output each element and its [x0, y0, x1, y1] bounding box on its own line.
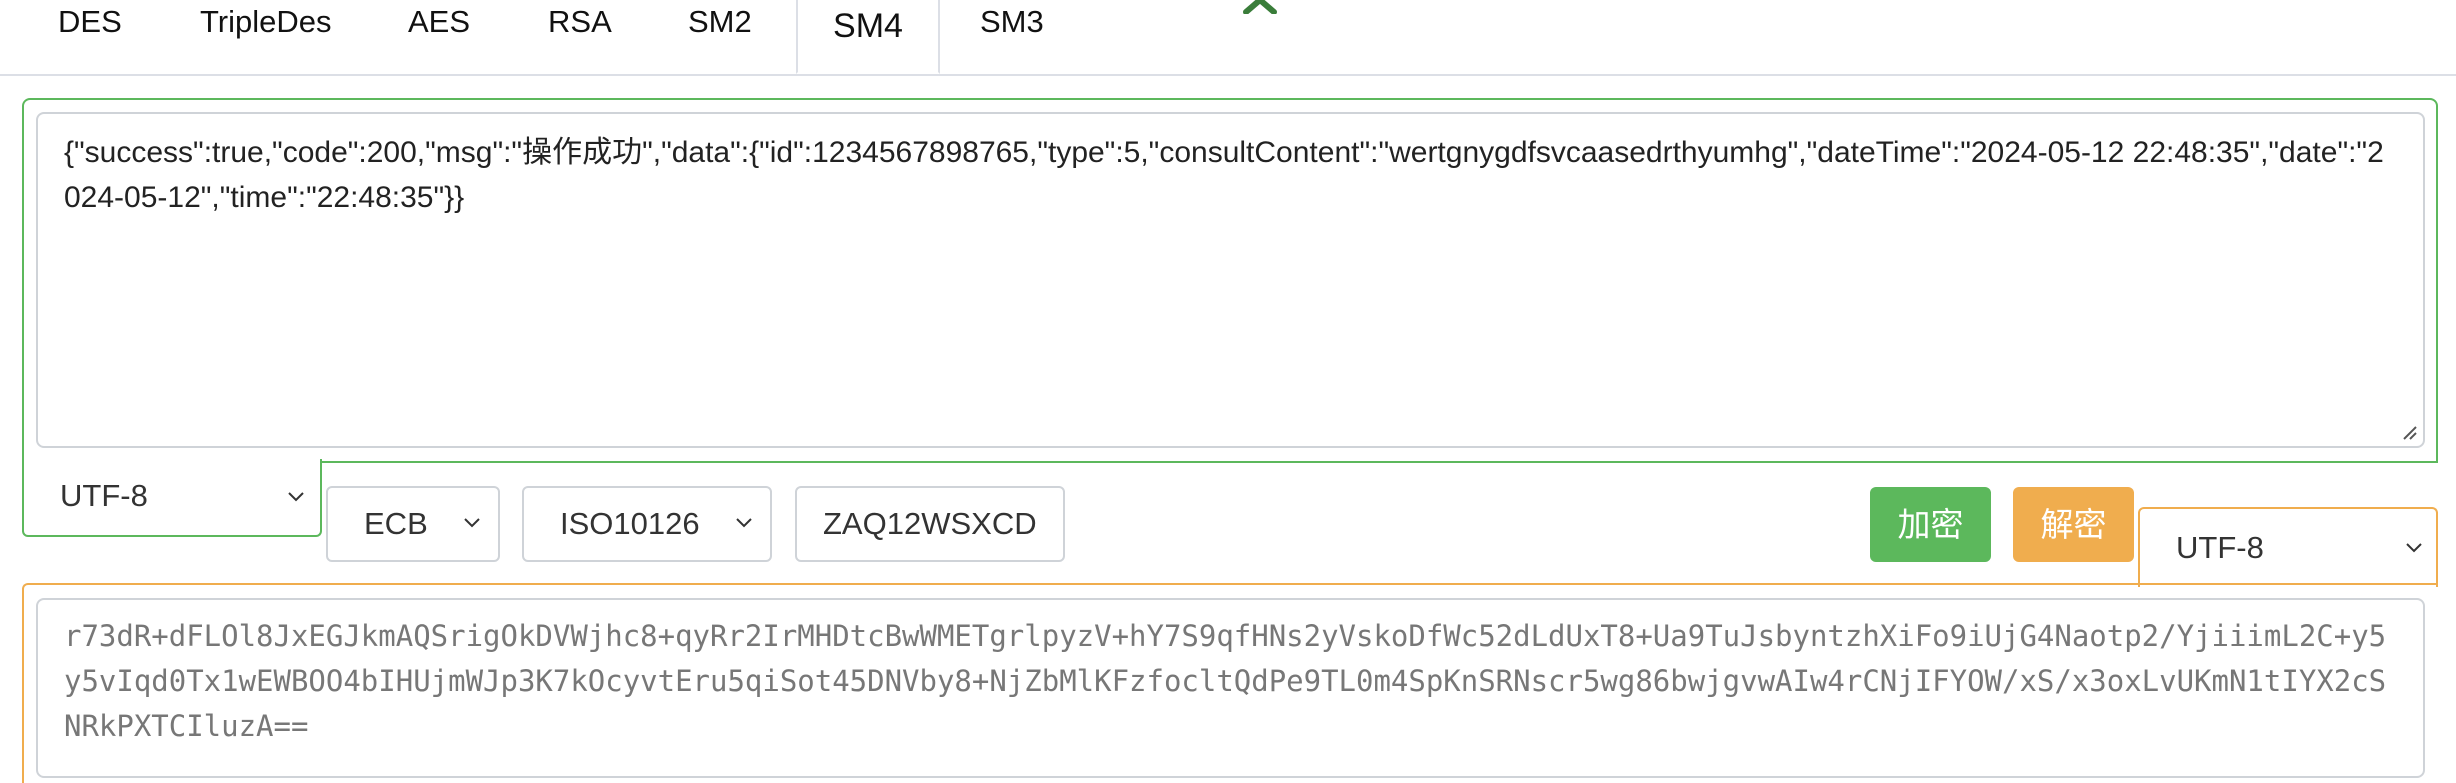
tab-rsa[interactable]: RSA — [548, 0, 612, 48]
input-encoding-value: UTF-8 — [60, 478, 148, 513]
input-panel-divider — [320, 459, 2438, 463]
padding-select[interactable]: ISO10126 — [522, 486, 772, 562]
padding-value: ISO10126 — [560, 506, 700, 541]
tab-tripledes[interactable]: TripleDes — [200, 0, 332, 48]
chevron-down-icon — [736, 518, 752, 528]
chevron-down-icon — [464, 518, 480, 528]
tab-sm4[interactable]: SM4 — [796, 0, 940, 74]
tab-sm2[interactable]: SM2 — [688, 0, 752, 48]
tab-sm3[interactable]: SM3 — [980, 0, 1044, 48]
chevron-down-icon — [2406, 543, 2422, 553]
input-encoding-select[interactable]: UTF-8 — [60, 478, 148, 514]
encrypt-button[interactable]: 加密 — [1870, 487, 1991, 562]
mode-value: ECB — [364, 506, 428, 541]
output-encoding-select[interactable]: UTF-8 — [2176, 530, 2264, 566]
plaintext-input[interactable]: {"success":true,"code":200,"msg":"操作成功",… — [36, 112, 2425, 448]
plaintext-value: {"success":true,"code":200,"msg":"操作成功",… — [64, 136, 2384, 214]
ciphertext-output[interactable]: r73dR+dFLOl8JxEGJkmAQSrigOkDVWjhc8+qyRr2… — [36, 598, 2425, 778]
tab-aes[interactable]: AES — [408, 0, 470, 48]
tab-des[interactable]: DES — [58, 0, 122, 48]
close-icon[interactable] — [1242, 0, 1278, 14]
chevron-down-icon — [288, 492, 304, 502]
output-encoding-value: UTF-8 — [2176, 530, 2264, 565]
resize-grip-icon[interactable] — [2401, 424, 2417, 440]
algorithm-tabs: DES TripleDes AES RSA SM2 SM4 SM3 — [0, 0, 2456, 76]
ciphertext-value: r73dR+dFLOl8JxEGJkmAQSrigOkDVWjhc8+qyRr2… — [64, 619, 2387, 743]
mode-select[interactable]: ECB — [326, 486, 500, 562]
key-value: ZAQ12WSXCD — [823, 506, 1037, 541]
decrypt-button[interactable]: 解密 — [2013, 487, 2134, 562]
key-input[interactable]: ZAQ12WSXCD — [795, 486, 1065, 562]
